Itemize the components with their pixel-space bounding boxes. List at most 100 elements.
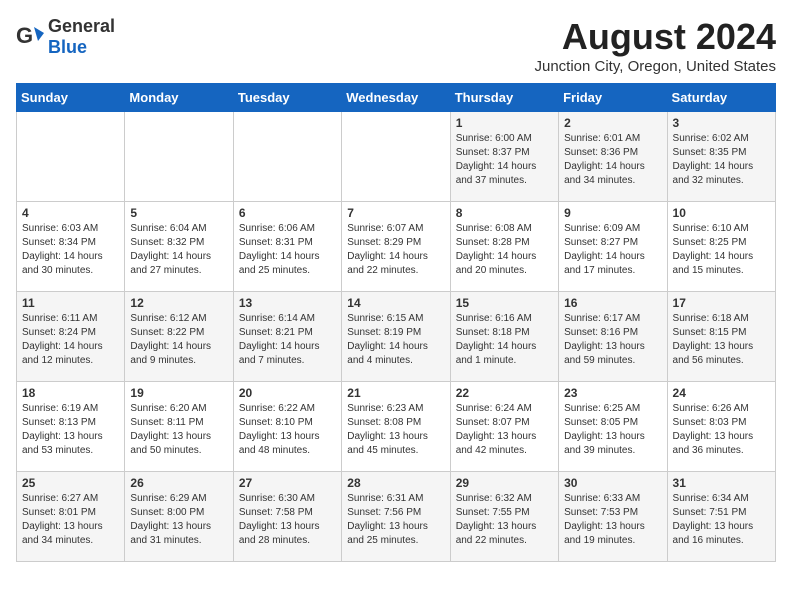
day-info: Sunrise: 6:08 AM Sunset: 8:28 PM Dayligh… [456, 222, 553, 278]
day-number: 5 [130, 206, 227, 220]
calendar-cell: 10 Sunrise: 6:10 AM Sunset: 8:25 PM Dayli… [667, 202, 775, 292]
day-number: 2 [564, 116, 661, 130]
day-number: 23 [564, 386, 661, 400]
calendar-week-4: 18 Sunrise: 6:19 AM Sunset: 8:13 PM Dayli… [17, 382, 776, 472]
calendar-cell: 4 Sunrise: 6:03 AM Sunset: 8:34 PM Daylig… [17, 202, 125, 292]
calendar-cell: 12Sunrise: 6:12 AM Sunset: 8:22 PM Dayli… [125, 292, 233, 382]
day-info: Sunrise: 6:01 AM Sunset: 8:36 PM Dayligh… [564, 132, 661, 188]
day-number: 27 [239, 476, 336, 490]
calendar-cell: 18 Sunrise: 6:19 AM Sunset: 8:13 PM Dayli… [17, 382, 125, 472]
calendar-cell: 28 Sunrise: 6:31 AM Sunset: 7:56 PM Dayli… [342, 472, 450, 562]
day-info: Sunrise: 6:00 AM Sunset: 8:37 PM Dayligh… [456, 132, 553, 188]
calendar-body: 1 Sunrise: 6:00 AM Sunset: 8:37 PM Daylig… [17, 112, 776, 562]
calendar-cell: 29 Sunrise: 6:32 AM Sunset: 7:55 PM Dayli… [450, 472, 558, 562]
day-number: 14 [347, 296, 444, 310]
day-info: Sunrise: 6:18 AM Sunset: 8:15 PM Dayligh… [673, 312, 770, 368]
logo-blue-text: Blue [48, 37, 87, 57]
page-header: G General Blue August 2024 Junction City… [16, 16, 776, 75]
day-info: Sunrise: 6:04 AM Sunset: 8:32 PM Dayligh… [130, 222, 227, 278]
day-of-week-thursday: Thursday [450, 84, 558, 112]
day-info: Sunrise: 6:19 AM Sunset: 8:13 PM Dayligh… [22, 402, 119, 458]
calendar-cell: 5 Sunrise: 6:04 AM Sunset: 8:32 PM Daylig… [125, 202, 233, 292]
day-number: 18 [22, 386, 119, 400]
calendar-cell: 8 Sunrise: 6:08 AM Sunset: 8:28 PM Daylig… [450, 202, 558, 292]
day-number: 26 [130, 476, 227, 490]
calendar-cell: 7Sunrise: 6:07 AM Sunset: 8:29 PM Daylig… [342, 202, 450, 292]
calendar-cell: 23 Sunrise: 6:25 AM Sunset: 8:05 PM Dayli… [559, 382, 667, 472]
day-number: 19 [130, 386, 227, 400]
day-info: Sunrise: 6:10 AM Sunset: 8:25 PM Dayligh… [673, 222, 770, 278]
day-number: 15 [456, 296, 553, 310]
day-number: 16 [564, 296, 661, 310]
day-info: Sunrise: 6:22 AM Sunset: 8:10 PM Dayligh… [239, 402, 336, 458]
day-number: 25 [22, 476, 119, 490]
day-number: 31 [673, 476, 770, 490]
day-info: Sunrise: 6:34 AM Sunset: 7:51 PM Dayligh… [673, 492, 770, 548]
day-info: Sunrise: 6:16 AM Sunset: 8:18 PM Dayligh… [456, 312, 553, 368]
day-of-week-sunday: Sunday [17, 84, 125, 112]
day-info: Sunrise: 6:20 AM Sunset: 8:11 PM Dayligh… [130, 402, 227, 458]
calendar-cell: 20 Sunrise: 6:22 AM Sunset: 8:10 PM Dayli… [233, 382, 341, 472]
day-info: Sunrise: 6:33 AM Sunset: 7:53 PM Dayligh… [564, 492, 661, 548]
location-text: Junction City, Oregon, United States [534, 58, 776, 75]
calendar-cell: 17 Sunrise: 6:18 AM Sunset: 8:15 PM Dayli… [667, 292, 775, 382]
day-info: Sunrise: 6:03 AM Sunset: 8:34 PM Dayligh… [22, 222, 119, 278]
calendar-cell: 11 Sunrise: 6:11 AM Sunset: 8:24 PM Dayli… [17, 292, 125, 382]
day-number: 28 [347, 476, 444, 490]
calendar-week-3: 11 Sunrise: 6:11 AM Sunset: 8:24 PM Dayli… [17, 292, 776, 382]
day-number: 29 [456, 476, 553, 490]
day-number: 11 [22, 296, 119, 310]
day-number: 3 [673, 116, 770, 130]
day-number: 30 [564, 476, 661, 490]
day-of-week-wednesday: Wednesday [342, 84, 450, 112]
calendar-cell: 15 Sunrise: 6:16 AM Sunset: 8:18 PM Dayli… [450, 292, 558, 382]
day-number: 4 [22, 206, 119, 220]
day-number: 10 [673, 206, 770, 220]
calendar-cell: 14 Sunrise: 6:15 AM Sunset: 8:19 PM Dayli… [342, 292, 450, 382]
calendar-cell: 6Sunrise: 6:06 AM Sunset: 8:31 PM Daylig… [233, 202, 341, 292]
day-of-week-saturday: Saturday [667, 84, 775, 112]
calendar-cell [125, 112, 233, 202]
calendar-cell: 19 Sunrise: 6:20 AM Sunset: 8:11 PM Dayli… [125, 382, 233, 472]
day-number: 17 [673, 296, 770, 310]
day-of-week-friday: Friday [559, 84, 667, 112]
day-of-week-monday: Monday [125, 84, 233, 112]
logo-icon: G [16, 23, 44, 51]
day-number: 7 [347, 206, 444, 220]
days-of-week-row: SundayMondayTuesdayWednesdayThursdayFrid… [17, 84, 776, 112]
day-info: Sunrise: 6:25 AM Sunset: 8:05 PM Dayligh… [564, 402, 661, 458]
day-info: Sunrise: 6:23 AM Sunset: 8:08 PM Dayligh… [347, 402, 444, 458]
calendar-week-5: 25 Sunrise: 6:27 AM Sunset: 8:01 PM Dayli… [17, 472, 776, 562]
day-of-week-tuesday: Tuesday [233, 84, 341, 112]
day-info: Sunrise: 6:27 AM Sunset: 8:01 PM Dayligh… [22, 492, 119, 548]
day-number: 6 [239, 206, 336, 220]
day-info: Sunrise: 6:14 AM Sunset: 8:21 PM Dayligh… [239, 312, 336, 368]
calendar-cell: 3Sunrise: 6:02 AM Sunset: 8:35 PM Daylig… [667, 112, 775, 202]
day-info: Sunrise: 6:29 AM Sunset: 8:00 PM Dayligh… [130, 492, 227, 548]
calendar-cell: 16 Sunrise: 6:17 AM Sunset: 8:16 PM Dayli… [559, 292, 667, 382]
logo: G General Blue [16, 16, 115, 58]
day-number: 20 [239, 386, 336, 400]
calendar-table: SundayMondayTuesdayWednesdayThursdayFrid… [16, 83, 776, 562]
day-info: Sunrise: 6:17 AM Sunset: 8:16 PM Dayligh… [564, 312, 661, 368]
calendar-cell: 25 Sunrise: 6:27 AM Sunset: 8:01 PM Dayli… [17, 472, 125, 562]
calendar-cell [233, 112, 341, 202]
calendar-week-1: 1 Sunrise: 6:00 AM Sunset: 8:37 PM Daylig… [17, 112, 776, 202]
day-info: Sunrise: 6:30 AM Sunset: 7:58 PM Dayligh… [239, 492, 336, 548]
day-info: Sunrise: 6:31 AM Sunset: 7:56 PM Dayligh… [347, 492, 444, 548]
calendar-cell: 9Sunrise: 6:09 AM Sunset: 8:27 PM Daylig… [559, 202, 667, 292]
day-info: Sunrise: 6:15 AM Sunset: 8:19 PM Dayligh… [347, 312, 444, 368]
day-number: 8 [456, 206, 553, 220]
day-number: 12 [130, 296, 227, 310]
calendar-cell: 13 Sunrise: 6:14 AM Sunset: 8:21 PM Dayli… [233, 292, 341, 382]
day-info: Sunrise: 6:11 AM Sunset: 8:24 PM Dayligh… [22, 312, 119, 368]
calendar-cell: 30 Sunrise: 6:33 AM Sunset: 7:53 PM Dayli… [559, 472, 667, 562]
day-number: 13 [239, 296, 336, 310]
day-info: Sunrise: 6:32 AM Sunset: 7:55 PM Dayligh… [456, 492, 553, 548]
day-number: 1 [456, 116, 553, 130]
calendar-cell: 2 Sunrise: 6:01 AM Sunset: 8:36 PM Daylig… [559, 112, 667, 202]
day-number: 24 [673, 386, 770, 400]
calendar-cell [342, 112, 450, 202]
calendar-cell: 27 Sunrise: 6:30 AM Sunset: 7:58 PM Dayli… [233, 472, 341, 562]
calendar-cell: 31 Sunrise: 6:34 AM Sunset: 7:51 PM Dayli… [667, 472, 775, 562]
